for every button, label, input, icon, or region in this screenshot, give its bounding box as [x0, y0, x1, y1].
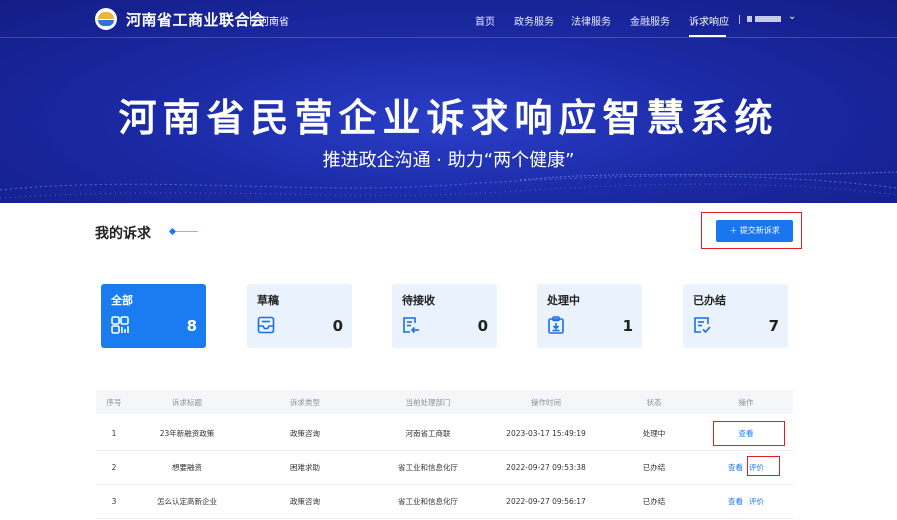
- user-name-blurred[interactable]: [755, 16, 781, 22]
- cell-type: 政策咨询: [290, 497, 320, 506]
- col-header-type: 诉求类型: [290, 397, 320, 407]
- hero-banner: 河南省工商业联合会 河南省 首页 政务服务 法律服务 金融服务 诉求响应 ⌄ 河…: [0, 0, 897, 203]
- cell-time: 2022-09-27 09:53:38: [506, 463, 586, 472]
- table-header-row: 序号 诉求标题 诉求类型 当前处理部门 操作时间 状态 操作: [96, 390, 793, 414]
- col-header-status: 状态: [646, 397, 662, 407]
- stat-card-completed[interactable]: 已办结 7: [683, 284, 788, 348]
- nav-legal-services[interactable]: 法律服务: [571, 13, 611, 28]
- cell-status: 处理中: [642, 429, 666, 438]
- document-check-icon: [694, 317, 711, 334]
- org-separator: [250, 11, 251, 25]
- nav-financial-services[interactable]: 金融服务: [630, 13, 670, 28]
- cell-status: 已办结: [642, 463, 666, 472]
- hero-subtitle: 推进政企沟通 · 助力“两个健康”: [322, 150, 575, 171]
- view-link[interactable]: 查看: [728, 462, 743, 473]
- cell-dept: 河南省工商联: [405, 429, 451, 438]
- stat-count: 0: [477, 317, 488, 335]
- view-link[interactable]: 查看: [728, 496, 743, 507]
- org-region: 河南省: [259, 17, 289, 28]
- nav-appeal-response[interactable]: 诉求响应: [689, 13, 729, 28]
- cell-title[interactable]: 怎么认定高新企业: [132, 485, 242, 518]
- hero-title: 河南省民营企业诉求响应智慧系统: [118, 96, 779, 140]
- col-header-ops: 操作: [738, 397, 754, 407]
- table-row: 2 想要融资 困难求助 省工业和信息化厅 2022-09-27 09:53:38…: [96, 451, 793, 485]
- stat-card-draft[interactable]: 草稿 0: [247, 284, 352, 348]
- cell-type: 困难求助: [290, 463, 320, 472]
- col-header-title: 诉求标题: [172, 397, 202, 407]
- cell-no: 3: [111, 497, 117, 506]
- cell-title[interactable]: 23年新融资政策: [132, 417, 242, 450]
- stat-count: 7: [768, 317, 779, 335]
- stat-label: 待接收: [402, 294, 435, 307]
- highlight-box-view: [713, 421, 785, 446]
- cell-dept: 省工业和信息化厅: [398, 497, 458, 506]
- stat-label: 已办结: [693, 294, 726, 307]
- chevron-down-icon[interactable]: ⌄: [788, 11, 796, 22]
- top-navbar: 河南省工商业联合会 河南省 首页 政务服务 法律服务 金融服务 诉求响应 ⌄: [0, 0, 897, 38]
- col-header-no: 序号: [106, 397, 122, 407]
- cell-no: 2: [111, 463, 117, 472]
- stat-count: 1: [622, 317, 633, 335]
- title-decoration-dot: [168, 227, 177, 236]
- table-row: 3 怎么认定高新企业 政策咨询 省工业和信息化厅 2022-09-27 09:5…: [96, 485, 793, 519]
- cell-time: 2023-03-17 15:49:19: [506, 429, 586, 438]
- nav-government-services[interactable]: 政务服务: [514, 13, 554, 28]
- cell-title[interactable]: 想要融资: [132, 451, 242, 484]
- cell-ops: 查看 评价: [704, 485, 788, 518]
- table-row: 1 23年新融资政策 政策咨询 河南省工商联 2023-03-17 15:49:…: [96, 417, 793, 451]
- clipboard-download-icon: [548, 316, 564, 334]
- document-receive-icon: [403, 317, 419, 334]
- stat-card-all[interactable]: 全部 8: [101, 284, 206, 348]
- rate-link[interactable]: 评价: [749, 496, 764, 507]
- stat-count: 8: [186, 317, 197, 335]
- stat-count: 0: [332, 317, 343, 335]
- stat-label: 草稿: [257, 294, 279, 307]
- cell-type: 政策咨询: [290, 429, 320, 438]
- inbox-tray-icon: [257, 316, 275, 334]
- nav-divider: [739, 15, 740, 24]
- org-name: 河南省工商业联合会: [126, 11, 266, 29]
- stat-label: 全部: [111, 294, 133, 307]
- title-decoration-line: [176, 231, 198, 232]
- grid-apps-icon: [111, 316, 129, 334]
- section-title: 我的诉求: [95, 226, 151, 242]
- cell-dept: 省工业和信息化厅: [398, 463, 458, 472]
- cell-status: 已办结: [642, 497, 666, 506]
- stat-label: 处理中: [547, 294, 580, 307]
- cell-no: 1: [111, 429, 117, 438]
- col-header-time: 操作时间: [531, 397, 561, 407]
- highlight-box-rate: [747, 456, 780, 476]
- nav-home[interactable]: 首页: [475, 13, 495, 28]
- logo-icon: [95, 8, 117, 30]
- cell-time: 2022-09-27 09:56:17: [506, 497, 586, 506]
- nav-active-underline: [689, 35, 726, 37]
- stat-card-processing[interactable]: 处理中 1: [537, 284, 642, 348]
- col-header-dept: 当前处理部门: [405, 397, 451, 407]
- highlight-box-submit: [701, 212, 802, 249]
- stat-card-pending[interactable]: 待接收 0: [392, 284, 497, 348]
- user-avatar-blurred[interactable]: [747, 16, 752, 22]
